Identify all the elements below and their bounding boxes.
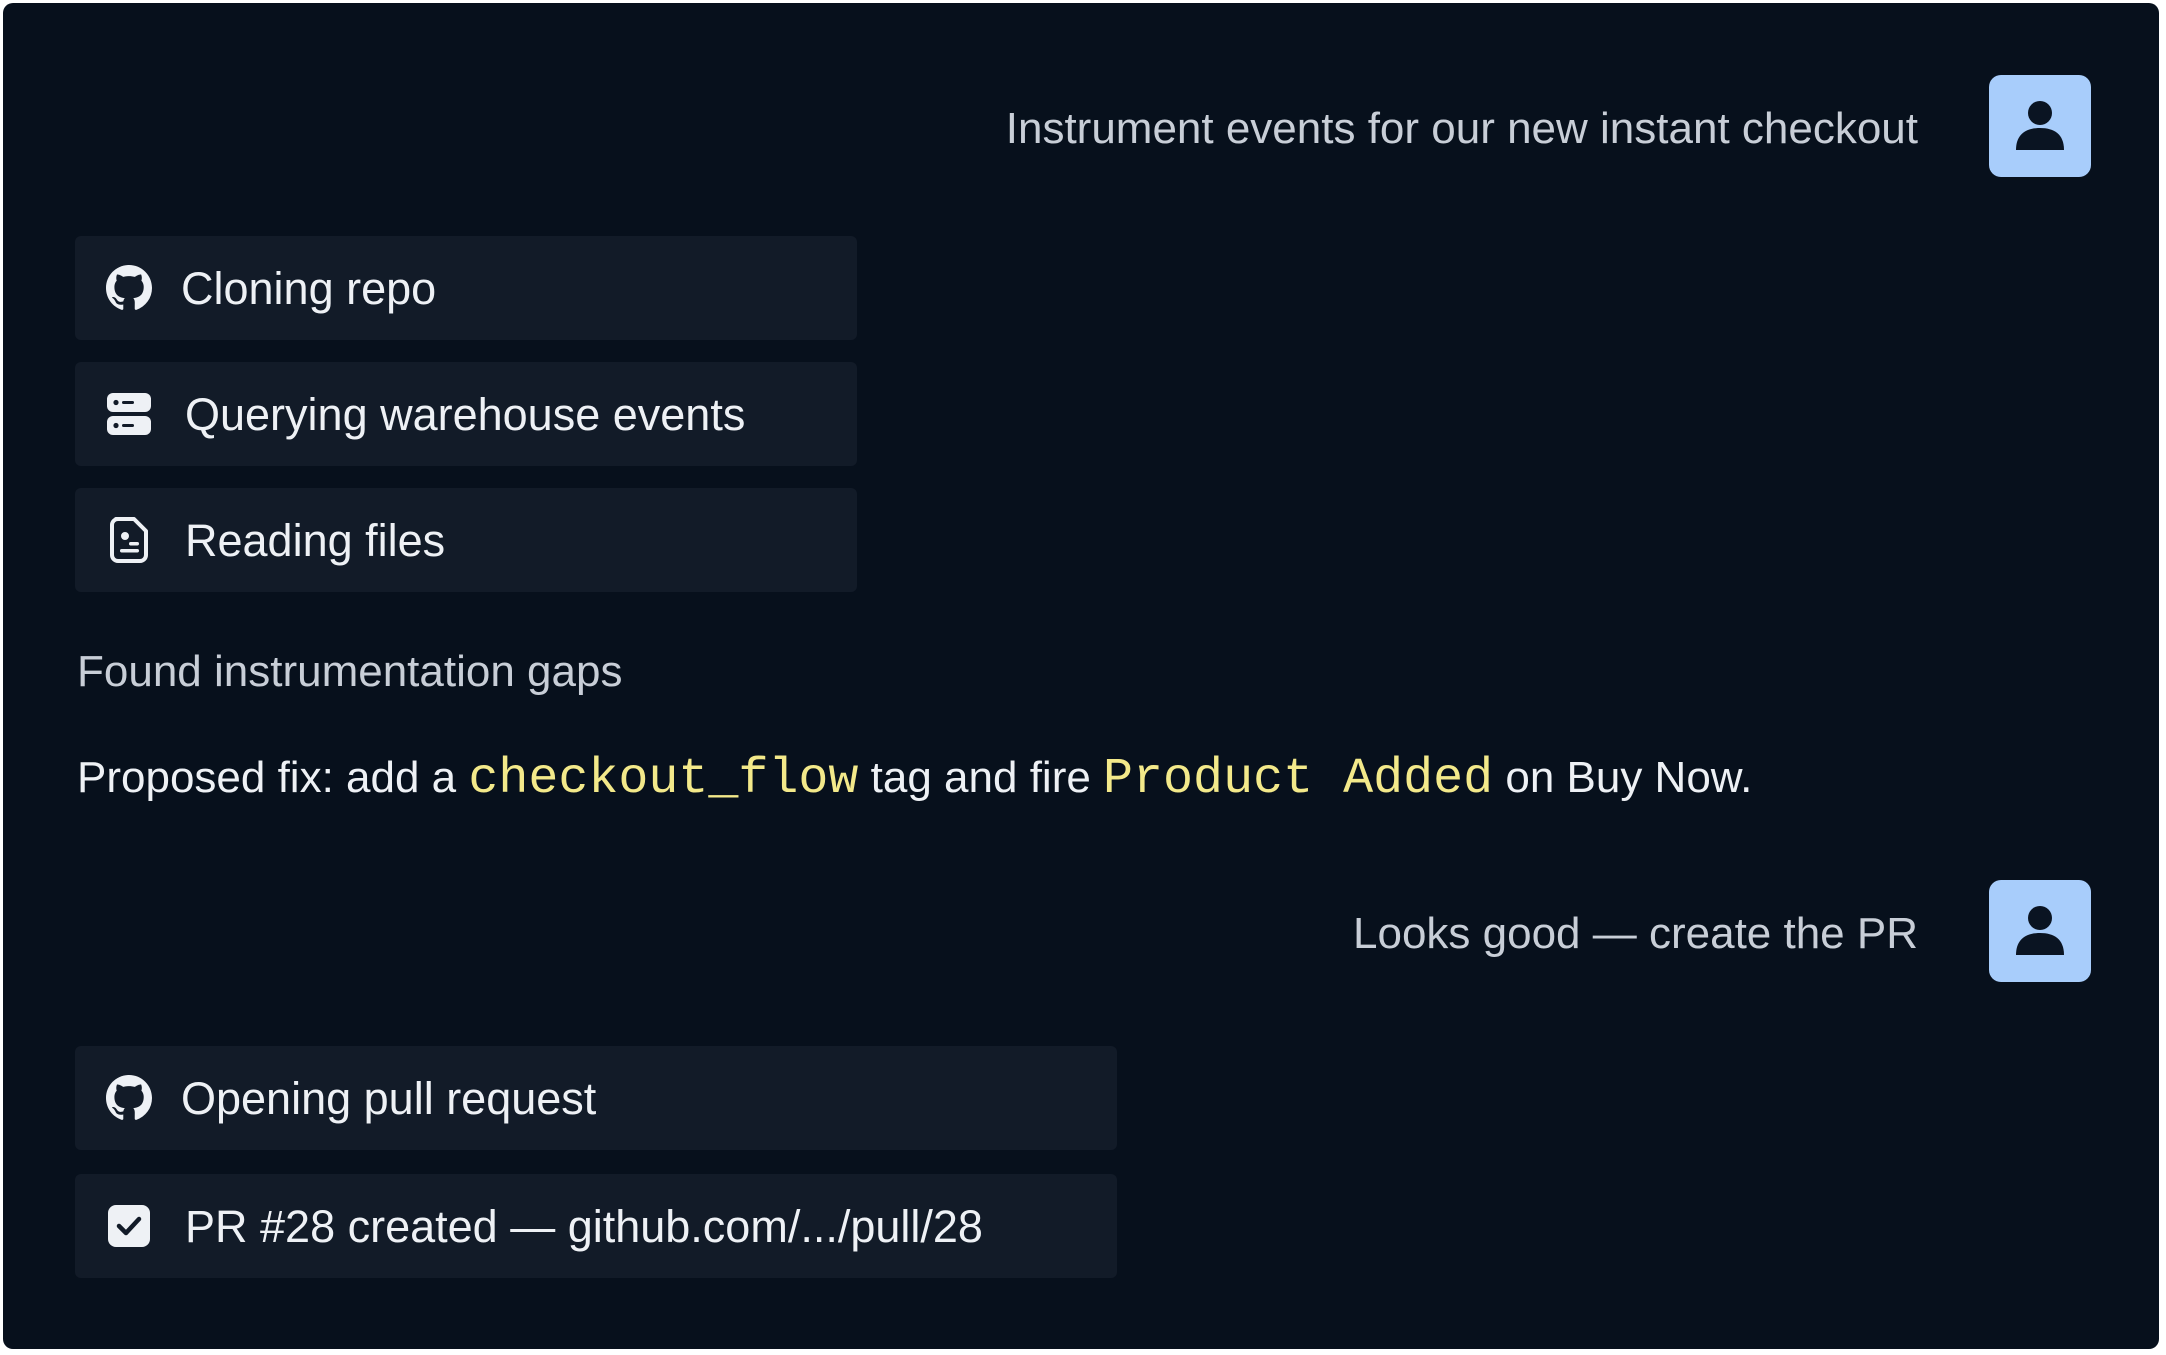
step-label: Querying warehouse events bbox=[185, 388, 746, 440]
user-icon bbox=[2016, 906, 2064, 955]
proposal-middle: tag and fire bbox=[858, 753, 1104, 802]
step-label: Cloning repo bbox=[181, 262, 437, 314]
user-avatar bbox=[1989, 75, 2091, 177]
step-opening-pr: Opening pull request bbox=[75, 1046, 1117, 1150]
github-icon bbox=[105, 1074, 153, 1122]
code-checkout-flow: checkout_flow bbox=[468, 751, 859, 808]
database-icon bbox=[105, 390, 153, 438]
step-label: Opening pull request bbox=[181, 1072, 597, 1124]
step-pr-created: PR #28 created — github.com/.../pull/28 bbox=[75, 1174, 1117, 1278]
user-message: Looks good — create the PR bbox=[1353, 909, 1918, 958]
github-icon bbox=[105, 264, 153, 312]
proposal-suffix: on Buy Now. bbox=[1493, 753, 1753, 802]
step-label: Reading files bbox=[185, 514, 446, 566]
user-message: Instrument events for our new instant ch… bbox=[1005, 104, 1918, 153]
file-icon bbox=[105, 516, 153, 564]
checkbox-checked-icon bbox=[105, 1202, 153, 1250]
chat-panel: Instrument events for our new instant ch… bbox=[3, 3, 2159, 1349]
code-product-added: Product Added bbox=[1103, 751, 1494, 808]
step-reading-files: Reading files bbox=[75, 488, 857, 592]
finding-text: Found instrumentation gaps bbox=[77, 647, 623, 696]
user-avatar bbox=[1989, 880, 2091, 982]
proposal-text: Proposed fix: add a checkout_flow tag an… bbox=[77, 755, 1752, 805]
user-icon bbox=[2016, 101, 2064, 150]
step-label: PR #28 created — github.com/.../pull/28 bbox=[185, 1200, 983, 1252]
step-querying-warehouse: Querying warehouse events bbox=[75, 362, 857, 466]
step-cloning-repo: Cloning repo bbox=[75, 236, 857, 340]
proposal-prefix: Proposed fix: add a bbox=[77, 753, 469, 802]
